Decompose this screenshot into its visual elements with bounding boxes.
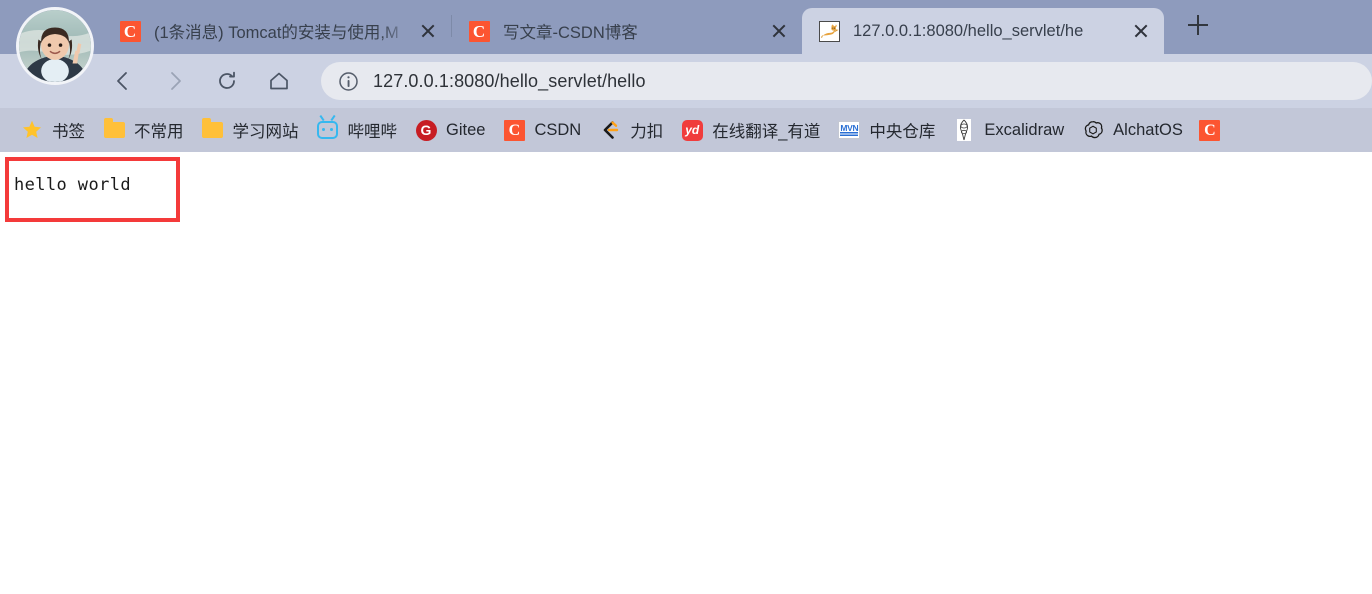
leetcode-glyph (603, 121, 619, 139)
page-body-text: hello world (14, 175, 131, 195)
new-tab-button[interactable] (1178, 5, 1218, 45)
page-viewport: hello world (0, 152, 1372, 594)
youdao-icon: yd (681, 119, 703, 141)
reload-button[interactable] (207, 61, 247, 101)
tab-title: 127.0.0.1:8080/hello_servlet/he (853, 21, 1084, 40)
csdn-icon: C (119, 20, 141, 42)
openai-icon (1082, 119, 1104, 141)
bookmark-youdao[interactable]: yd 在线翻译_有道 (672, 114, 829, 146)
openai-glyph (1084, 120, 1103, 138)
bookmark-label: 力扣 (630, 123, 664, 141)
home-icon (270, 72, 288, 90)
bookmark-leetcode[interactable]: 力扣 (590, 114, 672, 146)
close-icon[interactable] (766, 18, 792, 44)
close-icon[interactable] (1128, 18, 1154, 44)
browser-tab-3-active[interactable]: 127.0.0.1:8080/hello_servlet/he (802, 8, 1164, 54)
navigation-toolbar: 127.0.0.1:8080/hello_servlet/hello (0, 54, 1372, 108)
forward-button[interactable] (155, 61, 195, 101)
url-text: 127.0.0.1:8080/hello_servlet/hello (373, 70, 646, 91)
leetcode-icon (599, 119, 621, 141)
bilibili-icon (317, 114, 339, 141)
tomcat-cat-glyph (820, 23, 839, 38)
bookmark-buchangyong[interactable]: 不常用 (94, 114, 193, 146)
bookmarks-bar: 书签 不常用 学习网站 哔哩哔 G Gitee C CSDN 力扣 yd 在线翻… (0, 108, 1372, 152)
bookmark-label: AlchatOS (1113, 120, 1183, 139)
bookmark-label: 学习网站 (232, 123, 299, 141)
bookmark-xuexiwangzhan[interactable]: 学习网站 (193, 114, 308, 146)
excalidraw-icon (953, 119, 975, 141)
bookmark-label: 书签 (52, 123, 85, 141)
tab-strip: C (1条消息) Tomcat的安装与使用,M C 写文章-CSDN博客 127… (0, 0, 1372, 85)
bookmark-label: 不常用 (134, 123, 184, 141)
bookmark-shuqian[interactable]: 书签 (12, 114, 94, 146)
close-icon[interactable] (415, 18, 441, 44)
mvn-icon: MVN (838, 119, 861, 141)
csdn-icon: C (503, 119, 525, 141)
csdn-icon: C (1199, 119, 1221, 141)
bookmark-csdn[interactable]: C CSDN (494, 114, 590, 146)
gitee-icon: G (415, 119, 437, 141)
folder-icon (103, 118, 125, 141)
bookmark-label: 哔哩哔 (347, 123, 398, 141)
bookmark-overflow-csdn[interactable]: C (1192, 114, 1221, 146)
home-button[interactable] (259, 61, 299, 101)
csdn-icon: C (468, 20, 490, 42)
profile-avatar[interactable] (16, 7, 94, 85)
address-bar[interactable]: 127.0.0.1:8080/hello_servlet/hello (321, 62, 1372, 100)
bookmark-label: 中央仓库 (869, 123, 936, 141)
back-arrow-icon (117, 72, 127, 90)
info-circle-icon (338, 71, 358, 91)
back-button[interactable] (103, 61, 143, 101)
site-info-icon[interactable] (337, 70, 359, 92)
tab-list: C (1条消息) Tomcat的安装与使用,M C 写文章-CSDN博客 127… (103, 0, 1218, 54)
bookmark-label: Gitee (446, 120, 486, 139)
tab-title: (1条消息) Tomcat的安装与使用,M (154, 24, 399, 42)
tab-title: 写文章-CSDN博客 (503, 24, 638, 42)
bookmark-label: 在线翻译_有道 (712, 123, 821, 141)
excalidraw-glyph (957, 119, 972, 141)
bookmark-alchatos[interactable]: AlchatOS (1073, 114, 1192, 146)
tomcat-icon (818, 20, 840, 42)
bookmark-label: Excalidraw (984, 120, 1065, 139)
reload-icon (219, 71, 235, 89)
bookmark-maven-repo[interactable]: MVN 中央仓库 (829, 114, 944, 146)
bookmark-gitee[interactable]: G Gitee (406, 114, 494, 146)
browser-tab-2[interactable]: C 写文章-CSDN博客 (452, 8, 802, 54)
forward-arrow-icon (171, 72, 181, 90)
avatar-photo (19, 10, 91, 82)
star-glyph (23, 120, 41, 138)
bookmark-excalidraw[interactable]: Excalidraw (944, 114, 1073, 146)
bookmark-label: CSDN (534, 120, 582, 139)
bookmark-bilibili[interactable]: 哔哩哔 (308, 114, 407, 146)
browser-window: C (1条消息) Tomcat的安装与使用,M C 写文章-CSDN博客 127… (0, 0, 1372, 594)
browser-tab-1[interactable]: C (1条消息) Tomcat的安装与使用,M (103, 8, 451, 54)
star-icon (21, 119, 43, 141)
folder-icon (202, 118, 224, 141)
